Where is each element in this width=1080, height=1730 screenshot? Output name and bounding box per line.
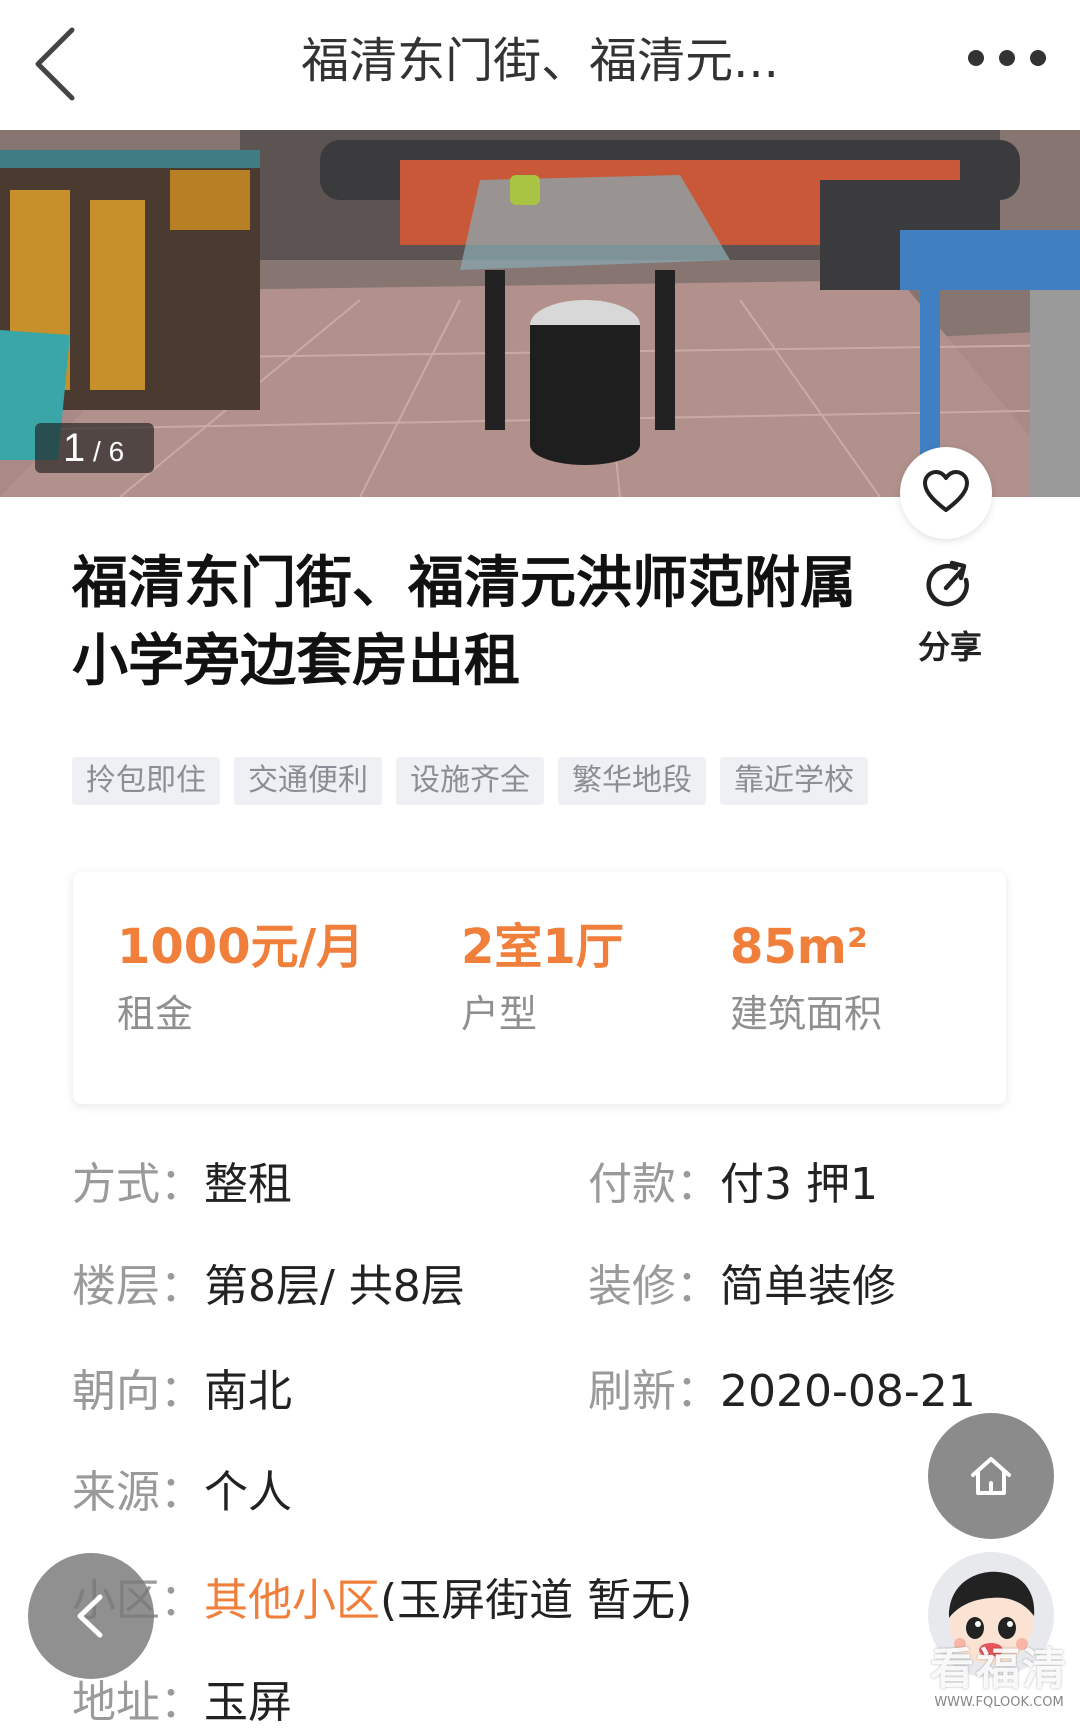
listing-page: 福清东门街、福清元... 1 / 6 福清东门街、福清元洪师范附属小学旁边套房出… (0, 0, 1080, 1730)
rent-value: 1000元/月 (117, 919, 365, 975)
more-button[interactable] (962, 36, 1052, 80)
detail-value: 南北 (204, 1366, 292, 1417)
detail-floor: 楼层：第8层/ 共8层 (72, 1257, 465, 1317)
layout-stat: 2室1厅 户型 (461, 917, 624, 1041)
feature-tags: 拎包即住 交通便利 设施齐全 繁华地段 靠近学校 (72, 757, 868, 805)
chevron-left-icon (77, 1594, 103, 1638)
community-link[interactable]: 其他小区 (204, 1575, 380, 1626)
page-title: 福清东门街、福清元... (301, 33, 779, 89)
detail-value: 第8层/ 共8层 (204, 1261, 465, 1312)
detail-method: 方式：整租 (72, 1155, 292, 1215)
detail-refresh: 刷新：2020-08-21 (588, 1362, 976, 1422)
detail-value: (玉屏街道 暂无) (380, 1575, 693, 1626)
site-watermark: 看福清 WWW.FQLOOK.COM (918, 1645, 1080, 1711)
key-stats-card: 1000元/月 租金 2室1厅 户型 85m² 建筑面积 (73, 872, 1006, 1104)
watermark-url: WWW.FQLOOK.COM (934, 1695, 1064, 1710)
listing-photo[interactable] (0, 130, 1080, 497)
photo-counter-total: 6 (108, 436, 125, 467)
area-value: 85m² (730, 919, 868, 975)
home-icon (971, 1457, 1011, 1495)
area-stat: 85m² 建筑面积 (730, 917, 882, 1041)
detail-community: 小区：其他小区(玉屏街道 暂无) (72, 1571, 692, 1631)
detail-value: 玉屏 (204, 1677, 292, 1728)
detail-value: 2020-08-21 (720, 1366, 976, 1417)
home-button[interactable] (928, 1413, 1054, 1539)
rent-stat: 1000元/月 租金 (117, 917, 364, 1041)
detail-address: 地址：玉屏 (72, 1673, 292, 1730)
feature-tag: 拎包即住 (72, 757, 220, 805)
rent-label: 租金 (117, 992, 194, 1036)
top-navigation-bar: 福清东门街、福清元... (0, 0, 1080, 130)
room-photo-image (0, 130, 1080, 497)
detail-source: 来源：个人 (72, 1463, 292, 1523)
detail-key: 方式： (72, 1159, 204, 1210)
photo-counter-current: 1 (63, 426, 86, 470)
share-button[interactable]: 分享 (905, 558, 995, 668)
back-button[interactable] (22, 18, 112, 108)
detail-decoration: 装修：简单装修 (588, 1257, 896, 1317)
detail-payment: 付款：付3 押1 (588, 1155, 878, 1215)
area-label: 建筑面积 (730, 992, 883, 1036)
detail-key: 来源： (72, 1467, 204, 1518)
detail-key: 付款： (588, 1159, 720, 1210)
watermark-text: 看福清 (930, 1644, 1068, 1695)
feature-tag: 交通便利 (234, 757, 382, 805)
detail-value: 个人 (204, 1467, 292, 1518)
detail-key: 刷新： (588, 1366, 720, 1417)
favorite-button[interactable] (900, 447, 992, 539)
detail-value: 简单装修 (720, 1261, 896, 1312)
share-label: 分享 (917, 628, 982, 666)
detail-key: 地址： (72, 1677, 204, 1728)
feature-tag: 繁华地段 (558, 757, 706, 805)
share-arrow-icon (926, 560, 969, 607)
listing-title: 福清东门街、福清元洪师范附属小学旁边套房出租 (72, 551, 856, 694)
detail-key: 装修： (588, 1261, 720, 1312)
detail-key: 朝向： (72, 1366, 204, 1417)
layout-label: 户型 (461, 992, 538, 1036)
detail-value: 付3 押1 (720, 1159, 878, 1210)
photo-counter-separator: / (85, 436, 109, 467)
feature-tag: 靠近学校 (720, 757, 868, 805)
layout-value: 2室1厅 (461, 919, 624, 975)
chevron-left-icon (35, 27, 75, 101)
detail-value: 整租 (204, 1159, 292, 1210)
feature-tag: 设施齐全 (396, 757, 544, 805)
heart-icon (923, 470, 969, 512)
detail-key: 楼层： (72, 1261, 204, 1312)
more-dots-icon (968, 50, 1046, 66)
photo-counter: 1 / 6 (35, 423, 155, 473)
detail-orientation: 朝向：南北 (72, 1362, 292, 1422)
floating-back-button[interactable] (28, 1553, 154, 1679)
